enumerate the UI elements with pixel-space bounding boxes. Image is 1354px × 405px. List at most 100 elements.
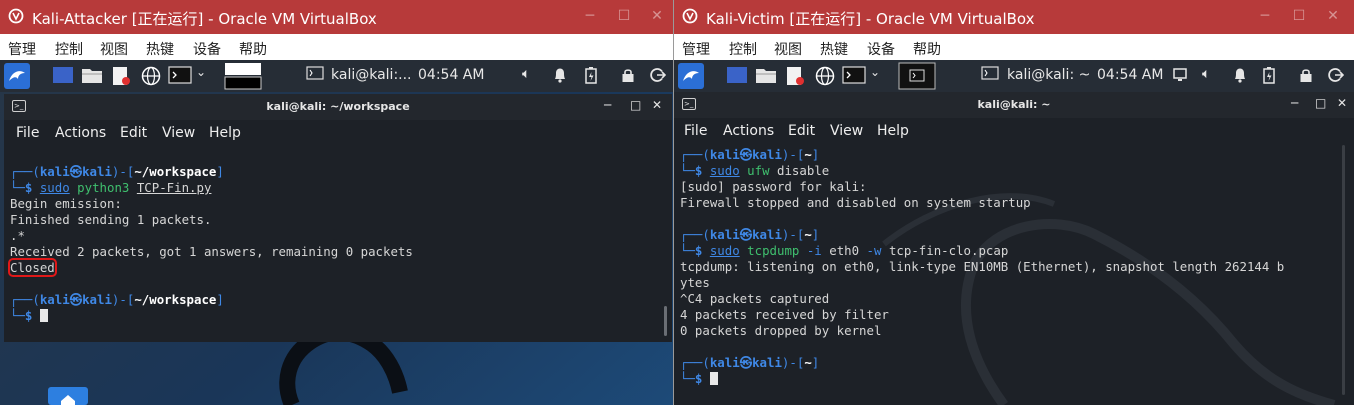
- output-line: Received 2 packets, got 1 answers, remai…: [10, 244, 413, 259]
- terminal-title: kali@kali: ~: [977, 98, 1051, 111]
- kali-dragon-icon[interactable]: [4, 63, 30, 89]
- output-line: ytes: [680, 275, 710, 290]
- file-manager-icon[interactable]: [755, 66, 777, 84]
- menu-file[interactable]: File: [684, 123, 707, 139]
- minimize-icon[interactable]: ─: [1256, 7, 1274, 25]
- menu-help[interactable]: 帮助: [913, 39, 941, 59]
- terminal-titlebar[interactable]: >_ kali@kali: ~/workspace ─ □ ✕: [4, 94, 672, 120]
- panel-clock[interactable]: 04:54 AM: [418, 67, 484, 83]
- menu-manage[interactable]: 管理: [8, 39, 36, 59]
- virtualbox-icon: [8, 8, 24, 24]
- terminal-output[interactable]: ┌──(kali㉿kali)-[~/workspace] └─$ sudo pyt…: [8, 164, 662, 324]
- vbox-titlebar[interactable]: Kali-Victim [正在运行] - Oracle VM VirtualBo…: [674, 0, 1354, 34]
- taskbar-terminal-entry[interactable]: kali@kali: ~: [1007, 67, 1090, 83]
- kali-top-panel: ⌄ kali@kali:... 04:54 AM 🔈︎: [0, 60, 673, 92]
- text-cursor: [39, 309, 48, 322]
- output-line: [sudo] password for kali:: [680, 179, 867, 194]
- terminal-launcher-icon[interactable]: [842, 66, 866, 84]
- menu-devices[interactable]: 设备: [867, 39, 895, 59]
- text-cursor: [709, 372, 718, 385]
- menu-manage[interactable]: 管理: [682, 39, 710, 59]
- workspace-icon[interactable]: [52, 66, 74, 84]
- taskbar-terminal-entry[interactable]: kali@kali:...: [331, 67, 412, 83]
- menu-file[interactable]: File: [16, 125, 39, 141]
- web-browser-icon[interactable]: [141, 66, 161, 86]
- logout-icon[interactable]: [1328, 67, 1344, 83]
- terminal-titlebar[interactable]: >_ kali@kali: ~ ─ □ ✕: [674, 92, 1354, 118]
- output-line: 0 packets dropped by kernel: [680, 323, 882, 338]
- lock-icon[interactable]: [621, 67, 635, 83]
- terminal-output[interactable]: ┌──(kali㉿kali)-[~] └─$ sudo ufw disable [s…: [680, 147, 1344, 387]
- terminal-icon: [306, 66, 324, 80]
- closed-result-highlight: Closed: [8, 258, 57, 277]
- menu-help[interactable]: 帮助: [239, 39, 267, 59]
- terminal-scrollbar[interactable]: [664, 306, 667, 336]
- chevron-down-icon[interactable]: ⌄: [870, 65, 880, 79]
- file-manager-icon[interactable]: [81, 66, 103, 84]
- terminal-scrollbar[interactable]: [1342, 145, 1345, 395]
- menu-view[interactable]: 视图: [100, 39, 128, 59]
- notification-bell-icon[interactable]: [1233, 67, 1247, 83]
- menu-view[interactable]: View: [162, 125, 195, 141]
- maximize-icon[interactable]: ☐: [1290, 7, 1308, 25]
- menu-control[interactable]: 控制: [729, 39, 757, 59]
- volume-icon[interactable]: 🔈︎: [1202, 66, 1210, 82]
- terminal-launcher-icon[interactable]: [168, 66, 192, 84]
- battery-icon[interactable]: [585, 67, 597, 84]
- victim-terminal-window: >_ kali@kali: ~ ─ □ ✕ File Actions Edit …: [674, 92, 1354, 405]
- panel-clock[interactable]: 04:54 AM: [1097, 67, 1163, 83]
- notification-bell-icon[interactable]: [553, 67, 567, 83]
- close-icon[interactable]: ✕: [1337, 96, 1347, 110]
- kali-dragon-icon[interactable]: [678, 63, 704, 89]
- home-folder-icon[interactable]: [60, 394, 76, 405]
- minimize-icon[interactable]: ─: [604, 98, 611, 112]
- menu-view[interactable]: View: [830, 123, 863, 139]
- menu-help[interactable]: Help: [209, 125, 241, 141]
- menu-actions[interactable]: Actions: [55, 125, 106, 141]
- volume-icon[interactable]: 🔈︎: [522, 66, 530, 82]
- close-icon[interactable]: ✕: [648, 7, 666, 25]
- command-line: └─$ sudo python3 TCP-Fin.py: [10, 180, 212, 195]
- workspace-icon[interactable]: [726, 66, 748, 84]
- logout-icon[interactable]: [650, 67, 666, 83]
- terminal-menubar: File Actions Edit View Help: [674, 118, 1354, 144]
- menu-view[interactable]: 视图: [774, 39, 802, 59]
- workspace-switcher[interactable]: [224, 62, 262, 90]
- minimize-icon[interactable]: ─: [581, 7, 599, 25]
- maximize-icon[interactable]: ☐: [615, 7, 633, 25]
- display-icon[interactable]: [1173, 68, 1187, 82]
- text-editor-icon[interactable]: [785, 66, 805, 86]
- output-line: Finished sending 1 packets.: [10, 212, 212, 227]
- menu-hotkey[interactable]: 热键: [146, 39, 174, 59]
- attacker-vm-window: Kali-Attacker [正在运行] - Oracle VM Virtual…: [0, 0, 674, 405]
- close-icon[interactable]: ✕: [1324, 7, 1342, 25]
- web-browser-icon[interactable]: [815, 66, 835, 86]
- victim-vm-window: Kali-Victim [正在运行] - Oracle VM VirtualBo…: [674, 0, 1354, 405]
- window-title: Kali-Attacker [正在运行] - Oracle VM Virtual…: [32, 10, 377, 28]
- menu-help[interactable]: Help: [877, 123, 909, 139]
- menu-devices[interactable]: 设备: [193, 39, 221, 59]
- battery-icon[interactable]: [1263, 67, 1275, 84]
- vbox-menubar: 管理 控制 视图 热键 设备 帮助: [674, 34, 1354, 60]
- menu-edit[interactable]: Edit: [788, 123, 815, 139]
- maximize-icon[interactable]: □: [630, 98, 641, 112]
- command-line: └─$ sudo tcpdump -i eth0 -w tcp-fin-clo.…: [680, 243, 1009, 258]
- close-icon[interactable]: ✕: [652, 98, 662, 112]
- maximize-icon[interactable]: □: [1315, 96, 1326, 110]
- output-line: 4 packets received by filter: [680, 307, 889, 322]
- minimize-icon[interactable]: ─: [1291, 96, 1298, 110]
- menu-actions[interactable]: Actions: [723, 123, 774, 139]
- lock-icon[interactable]: [1299, 67, 1313, 83]
- text-editor-icon[interactable]: [111, 66, 131, 86]
- command-line: └─$: [10, 308, 662, 324]
- command-line: └─$: [680, 371, 1344, 387]
- menu-edit[interactable]: Edit: [120, 125, 147, 141]
- menu-hotkey[interactable]: 热键: [820, 39, 848, 59]
- workspace-switcher[interactable]: [898, 62, 936, 90]
- menu-control[interactable]: 控制: [55, 39, 83, 59]
- chevron-down-icon[interactable]: ⌄: [196, 65, 206, 79]
- virtualbox-icon: [682, 8, 698, 24]
- output-line: Firewall stopped and disabled on system …: [680, 195, 1031, 210]
- output-line: tcpdump: listening on eth0, link-type EN…: [680, 259, 1285, 274]
- vbox-titlebar[interactable]: Kali-Attacker [正在运行] - Oracle VM Virtual…: [0, 0, 673, 34]
